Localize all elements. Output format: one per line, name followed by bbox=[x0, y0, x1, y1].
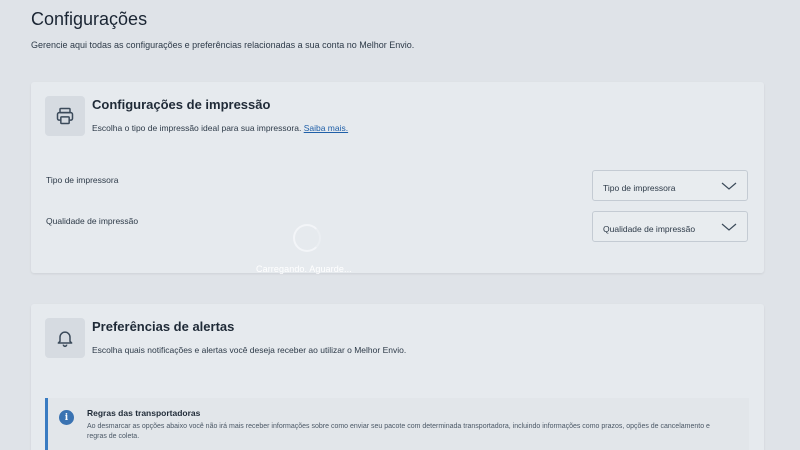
page-title: Configurações bbox=[31, 9, 148, 29]
chevron-down-icon bbox=[721, 223, 737, 231]
printer-type-value: Tipo de impressora bbox=[603, 183, 676, 193]
alert-preferences-card: Preferências de alertas Escolha quais no… bbox=[31, 304, 764, 450]
carrier-rules-text: Ao desmarcar as opções abaixo você não i… bbox=[87, 423, 710, 440]
page-subtitle: Gerencie aqui todas as configurações e p… bbox=[31, 40, 415, 50]
chevron-down-icon bbox=[721, 182, 737, 190]
print-settings-title: Configurações de impressão bbox=[92, 97, 271, 112]
info-icon: i bbox=[59, 410, 74, 425]
print-quality-select[interactable]: Qualidade de impressão bbox=[592, 211, 748, 242]
print-quality-label: Qualidade de impressão bbox=[46, 216, 139, 226]
printer-type-select[interactable]: Tipo de impressora bbox=[592, 170, 748, 201]
printer-type-label: Tipo de impressora bbox=[46, 175, 119, 185]
alert-preferences-title: Preferências de alertas bbox=[92, 319, 235, 334]
loading-spinner-icon bbox=[293, 224, 321, 252]
carrier-rules-title: Regras das transportadoras bbox=[87, 408, 201, 418]
settings-page: Configurações Gerencie aqui todas as con… bbox=[0, 0, 800, 450]
print-settings-description: Escolha o tipo de impressão ideal para s… bbox=[92, 123, 348, 133]
carrier-rules-info: i Regras das transportadoras Ao desmarca… bbox=[45, 398, 749, 450]
alert-preferences-description: Escolha quais notificações e alertas voc… bbox=[92, 345, 407, 355]
print-settings-description-text: Escolha o tipo de impressão ideal para s… bbox=[92, 123, 302, 133]
print-settings-card: Configurações de impressão Escolha o tip… bbox=[31, 82, 764, 273]
loading-text: Carregando. Aguarde... bbox=[256, 264, 352, 274]
print-quality-value: Qualidade de impressão bbox=[603, 224, 696, 234]
printer-icon bbox=[45, 96, 85, 136]
learn-more-link[interactable]: Saiba mais. bbox=[304, 123, 348, 133]
bell-icon bbox=[45, 318, 85, 358]
